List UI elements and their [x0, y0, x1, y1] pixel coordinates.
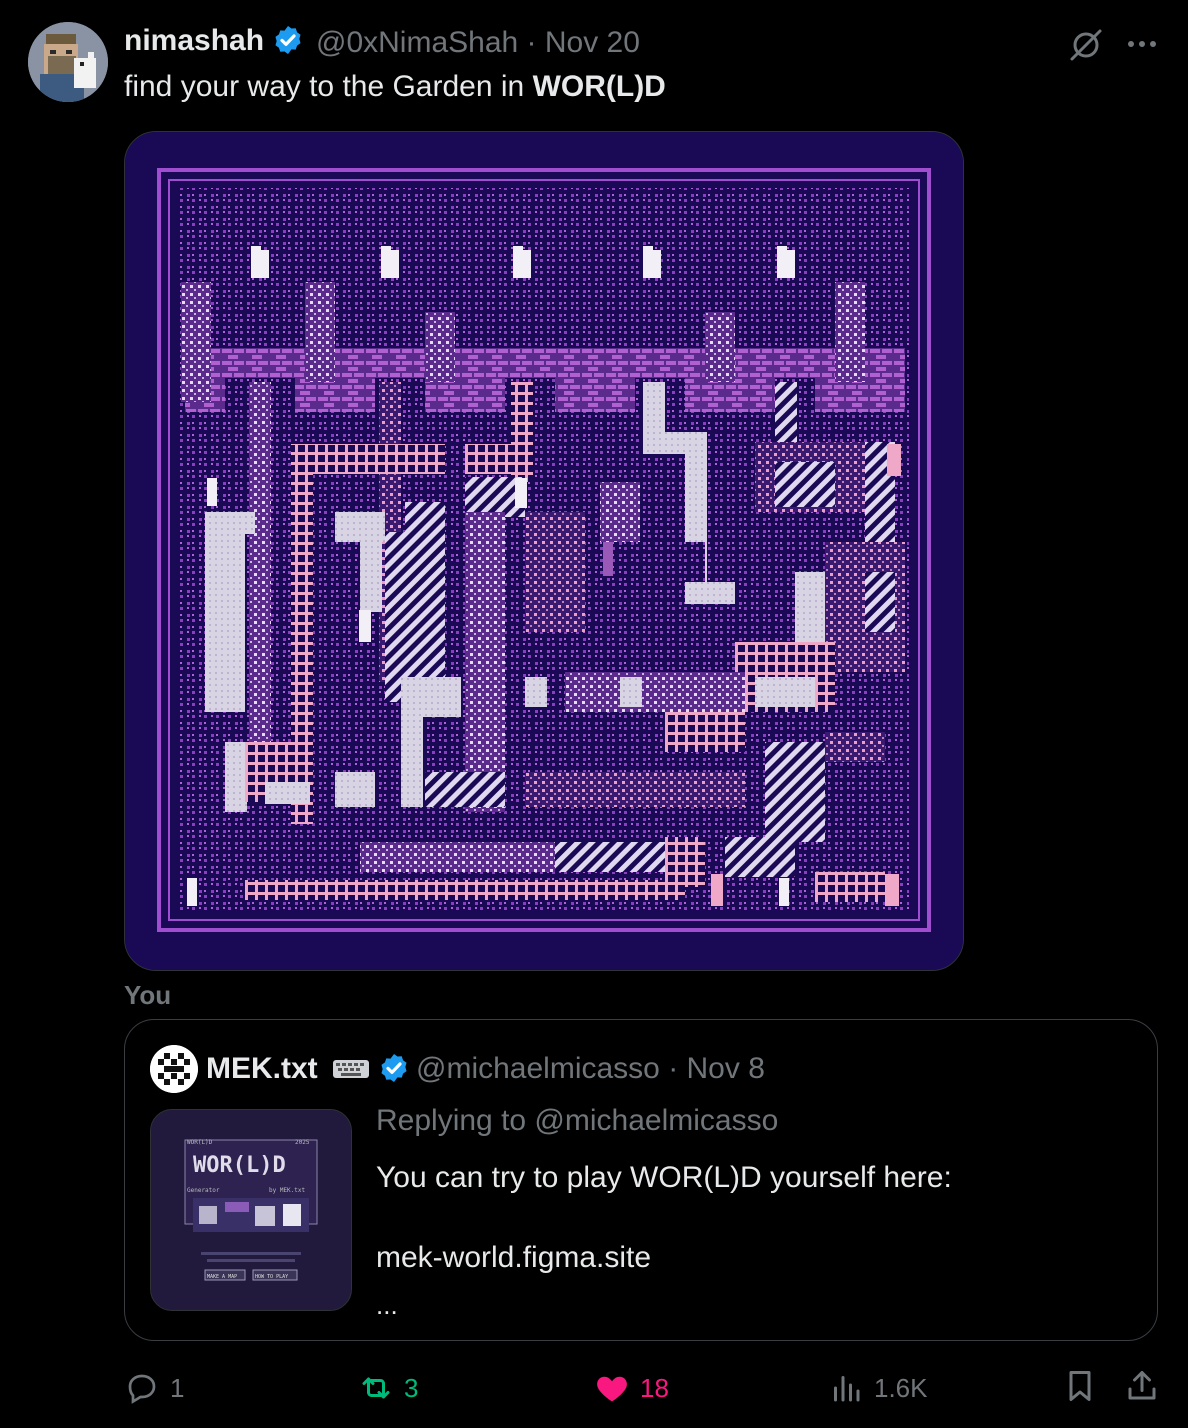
thumb-button-how-to-play: HOW TO PLAY [255, 1274, 288, 1280]
quote-author-avatar[interactable] [150, 1045, 198, 1093]
reply-count: 1 [170, 1372, 185, 1403]
quote-media-thumbnail[interactable]: WOR(L)D 2025 WOR(L)D Generator by MEK.tx… [150, 1109, 352, 1311]
heart-filled-icon [597, 1376, 627, 1402]
author-handle-date[interactable]: @0xNimaShah · Nov 20 [316, 26, 640, 60]
pixel-maze-image [125, 132, 963, 970]
quote-author-name[interactable]: MEK.txt [206, 1052, 410, 1086]
quote-author-display-name[interactable]: MEK.txt [206, 1052, 318, 1085]
author-display-name[interactable]: nimashah [124, 24, 264, 57]
quote-ellipsis: ... [376, 1290, 398, 1320]
more-options-icon[interactable] [1122, 24, 1162, 64]
avatar-pixel-portrait-icon [28, 22, 108, 102]
bookmark-icon[interactable] [1062, 1368, 1098, 1404]
grok-icon[interactable] [1066, 24, 1106, 64]
thumb-title-small: WOR(L)D [187, 1139, 213, 1146]
retweet-icon [362, 1377, 390, 1399]
author-avatar[interactable] [28, 22, 108, 102]
thumb-logo: WOR(L)D [193, 1153, 286, 1178]
author-name[interactable]: nimashah [124, 24, 304, 58]
like-button[interactable]: 18 [594, 1368, 669, 1408]
quote-body: You can try to play WOR(L)D yourself her… [376, 1158, 952, 1278]
thumb-generator: Generator [187, 1187, 220, 1194]
quote-verified-badge-icon [381, 1054, 407, 1082]
world-generator-thumbnail: WOR(L)D 2025 WOR(L)D Generator by MEK.tx… [151, 1110, 351, 1310]
thumb-year: 2025 [295, 1139, 310, 1146]
you-label: You [124, 980, 172, 1010]
tweet-text-bold: WOR(L)D [532, 70, 666, 103]
mek-logo-icon [150, 1045, 198, 1093]
tweet-text-prefix: find your way to the Garden in [124, 70, 533, 103]
retweet-button[interactable]: 3 [358, 1368, 418, 1408]
like-count: 18 [640, 1372, 669, 1403]
reply-icon [128, 1374, 156, 1404]
quote-replying-to[interactable]: Replying to @michaelmicasso [376, 1104, 778, 1138]
thumb-button-make-map: MAKE A MAP [207, 1274, 237, 1280]
views-chart-icon [834, 1376, 860, 1402]
retweet-count: 3 [404, 1372, 419, 1403]
quote-author-handle-date[interactable]: @michaelmicasso · Nov 8 [416, 1052, 765, 1086]
views-button[interactable]: 1.6K [828, 1368, 928, 1408]
views-count: 1.6K [874, 1372, 928, 1403]
tweet-media-image[interactable] [124, 131, 964, 971]
share-icon[interactable] [1124, 1368, 1160, 1404]
thumb-by: by MEK.txt [269, 1187, 306, 1194]
verified-badge-icon [275, 26, 301, 54]
quote-body-line1: You can try to play WOR(L)D yourself her… [376, 1161, 952, 1194]
quote-body-link[interactable]: mek-world.figma.site [376, 1238, 952, 1278]
tweet-text: find your way to the Garden in WOR(L)D [124, 70, 666, 104]
keyboard-emoji-icon [332, 1054, 370, 1078]
reply-button[interactable]: 1 [124, 1368, 184, 1408]
